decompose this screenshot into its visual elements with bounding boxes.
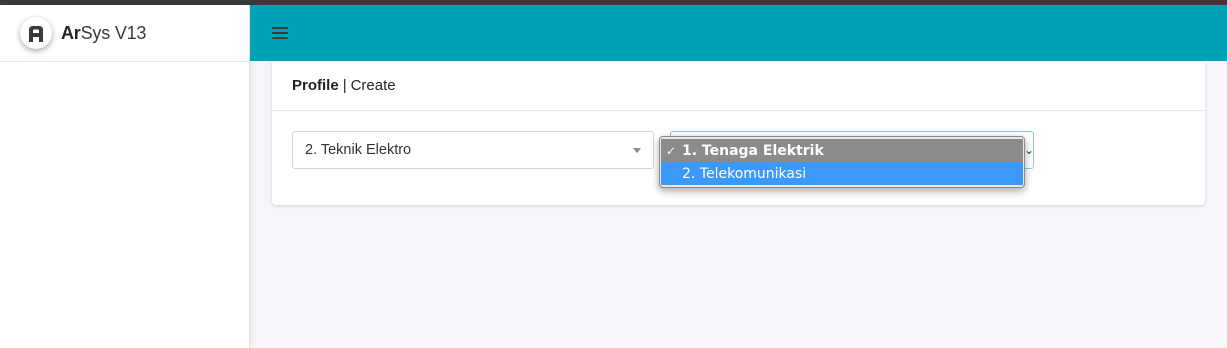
specialization-chevron-icon: ⌄	[1024, 143, 1035, 157]
breadcrumb-separator: |	[342, 77, 347, 94]
breadcrumb-profile: Profile	[292, 77, 339, 94]
brand-logo-icon	[20, 17, 52, 49]
card-header-breadcrumb: Profile | Create	[272, 61, 1205, 111]
option-label: 2. Telekomunikasi	[682, 165, 807, 182]
program-select[interactable]: 2. Teknik Elektro	[292, 131, 654, 169]
checkmark-icon: ✓	[666, 143, 677, 158]
program-select-value: 2. Teknik Elektro	[305, 142, 412, 158]
breadcrumb-create: Create	[350, 77, 396, 94]
brand-link[interactable]: ArSys V13	[0, 5, 249, 62]
dropdown-option-tenaga-elektrik[interactable]: ✓ 1. Tenaga Elektrik	[661, 139, 1023, 162]
chevron-down-icon	[633, 148, 641, 153]
dropdown-option-telekomunikasi[interactable]: 2. Telekomunikasi	[661, 162, 1023, 185]
arsys-logo-icon	[29, 26, 43, 42]
sidebar: ArSys V13	[0, 5, 250, 348]
option-label: 1. Tenaga Elektrik	[682, 142, 824, 159]
hamburger-icon[interactable]	[272, 26, 288, 40]
top-navbar	[250, 5, 1227, 61]
brand-name: ArSys V13	[61, 22, 147, 43]
specialization-dropdown-list[interactable]: ✓ 1. Tenaga Elektrik 2. Telekomunikasi	[659, 136, 1025, 188]
